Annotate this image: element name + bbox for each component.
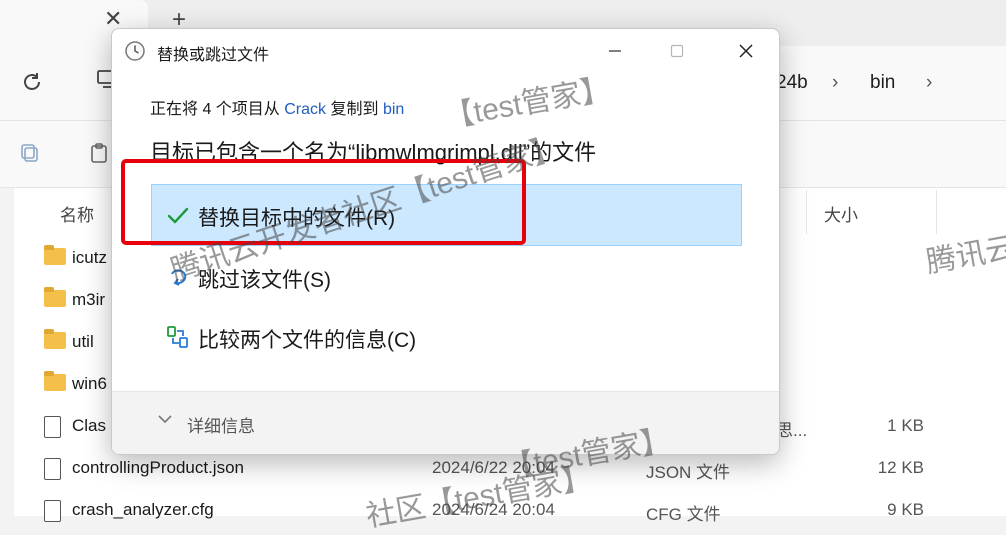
close-button[interactable]: [723, 33, 769, 69]
folder-icon: [44, 329, 66, 349]
column-separator[interactable]: [936, 190, 937, 234]
chevron-down-icon[interactable]: [156, 410, 174, 428]
file-type: JSON 文件: [646, 463, 731, 482]
folder-icon: [44, 287, 66, 307]
details-toggle[interactable]: 详细信息: [187, 412, 255, 437]
dialog-footer: 详细信息: [112, 391, 779, 454]
column-separator[interactable]: [806, 190, 807, 234]
file-name: win6: [72, 374, 107, 393]
breadcrumb-chevron-icon[interactable]: ›: [926, 72, 932, 94]
clock-icon: [125, 41, 145, 61]
file-name: util: [72, 332, 94, 351]
file-type-truncated: 思...: [776, 421, 808, 440]
minimize-icon: [609, 50, 621, 52]
minimize-button[interactable]: [592, 33, 638, 69]
compare-icon: [167, 326, 188, 348]
file-name: controllingProduct.json: [72, 458, 244, 477]
compare-option-label: 比较两个文件的信息(C): [198, 329, 417, 352]
breadcrumb-item[interactable]: 24b: [776, 72, 808, 94]
file-name: Clas: [72, 416, 107, 435]
folder-icon: [44, 371, 66, 391]
maximize-icon: [670, 44, 684, 58]
file-size: 1 KB: [887, 416, 924, 435]
column-header-size[interactable]: 大小: [824, 201, 858, 226]
source-folder-link[interactable]: Crack: [284, 101, 326, 118]
close-icon: [739, 44, 753, 58]
copy-progress-info: 正在将 4 个项目从 Crack 复制到 bin: [150, 95, 404, 119]
paste-icon[interactable]: [88, 141, 112, 165]
file-icon: [44, 416, 61, 438]
breadcrumb-chevron-icon[interactable]: ›: [832, 72, 838, 94]
compare-option[interactable]: 比较两个文件的信息(C): [151, 306, 742, 368]
info-middle: 复制到: [326, 101, 383, 118]
file-size: 9 KB: [887, 500, 924, 519]
breadcrumb-item[interactable]: bin: [870, 72, 895, 94]
file-name: icutz: [72, 248, 107, 267]
copy-icon[interactable]: [18, 141, 42, 165]
folder-icon: [44, 245, 66, 265]
dialog-title-bar[interactable]: 替换或跳过文件: [112, 29, 779, 73]
column-header-name[interactable]: 名称: [60, 201, 94, 226]
file-icon: [44, 458, 61, 480]
file-icon: [44, 500, 61, 522]
dialog-title: 替换或跳过文件: [157, 47, 270, 64]
file-type: CFG 文件: [646, 505, 721, 524]
refresh-icon[interactable]: [20, 70, 44, 94]
info-prefix: 正在将 4 个项目从: [150, 101, 285, 118]
file-size: 12 KB: [877, 458, 924, 477]
file-name: crash_analyzer.cfg: [72, 500, 214, 519]
file-name: m3ir: [72, 290, 106, 309]
destination-folder-link[interactable]: bin: [383, 101, 404, 118]
maximize-button[interactable]: [654, 33, 700, 69]
